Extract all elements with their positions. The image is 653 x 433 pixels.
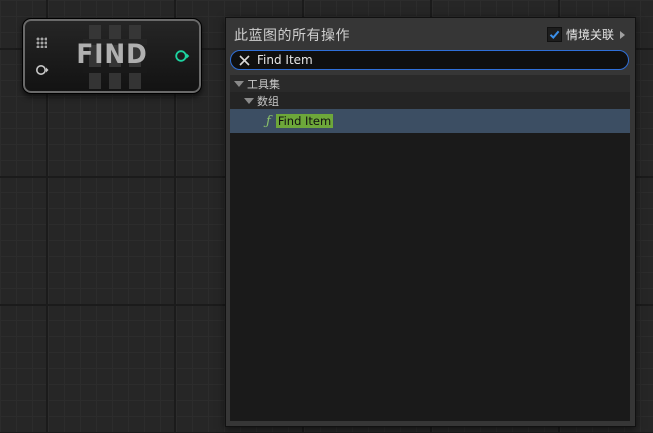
menu-title: 此蓝图的所有操作: [234, 28, 350, 44]
function-icon: ƒ: [266, 113, 271, 129]
item-label: Find Item: [275, 114, 334, 128]
tree-item-find-item[interactable]: ƒ Find Item: [230, 109, 630, 133]
find-node[interactable]: FIND: [22, 18, 202, 94]
expand-triangle-icon[interactable]: [234, 81, 244, 87]
expand-triangle-icon[interactable]: [244, 98, 254, 104]
category-label: 数组: [257, 95, 279, 108]
close-icon: [238, 54, 250, 66]
action-menu: 此蓝图的所有操作 情境关联 工具集 数组 ƒ: [225, 17, 636, 427]
tree-category-array[interactable]: 数组: [230, 92, 630, 110]
context-sensitive-checkbox[interactable]: [546, 27, 562, 42]
context-sensitive-label: 情境关联: [565, 28, 614, 42]
expand-arrow-icon[interactable]: [620, 30, 625, 39]
checkmark-icon: [549, 30, 560, 39]
search-input[interactable]: [257, 53, 617, 67]
action-tree: 工具集 数组 ƒ Find Item: [230, 75, 630, 421]
exec-output-pin-icon[interactable]: [174, 48, 190, 64]
search-box: [230, 50, 629, 70]
context-sensitive-toggle[interactable]: 情境关联: [546, 26, 625, 43]
category-label: 工具集: [247, 78, 280, 91]
tree-category-utilities[interactable]: 工具集: [230, 75, 630, 93]
node-title: FIND: [76, 39, 148, 70]
exec-input-pin-icon[interactable]: [35, 63, 49, 77]
clear-search-button[interactable]: [237, 53, 251, 67]
